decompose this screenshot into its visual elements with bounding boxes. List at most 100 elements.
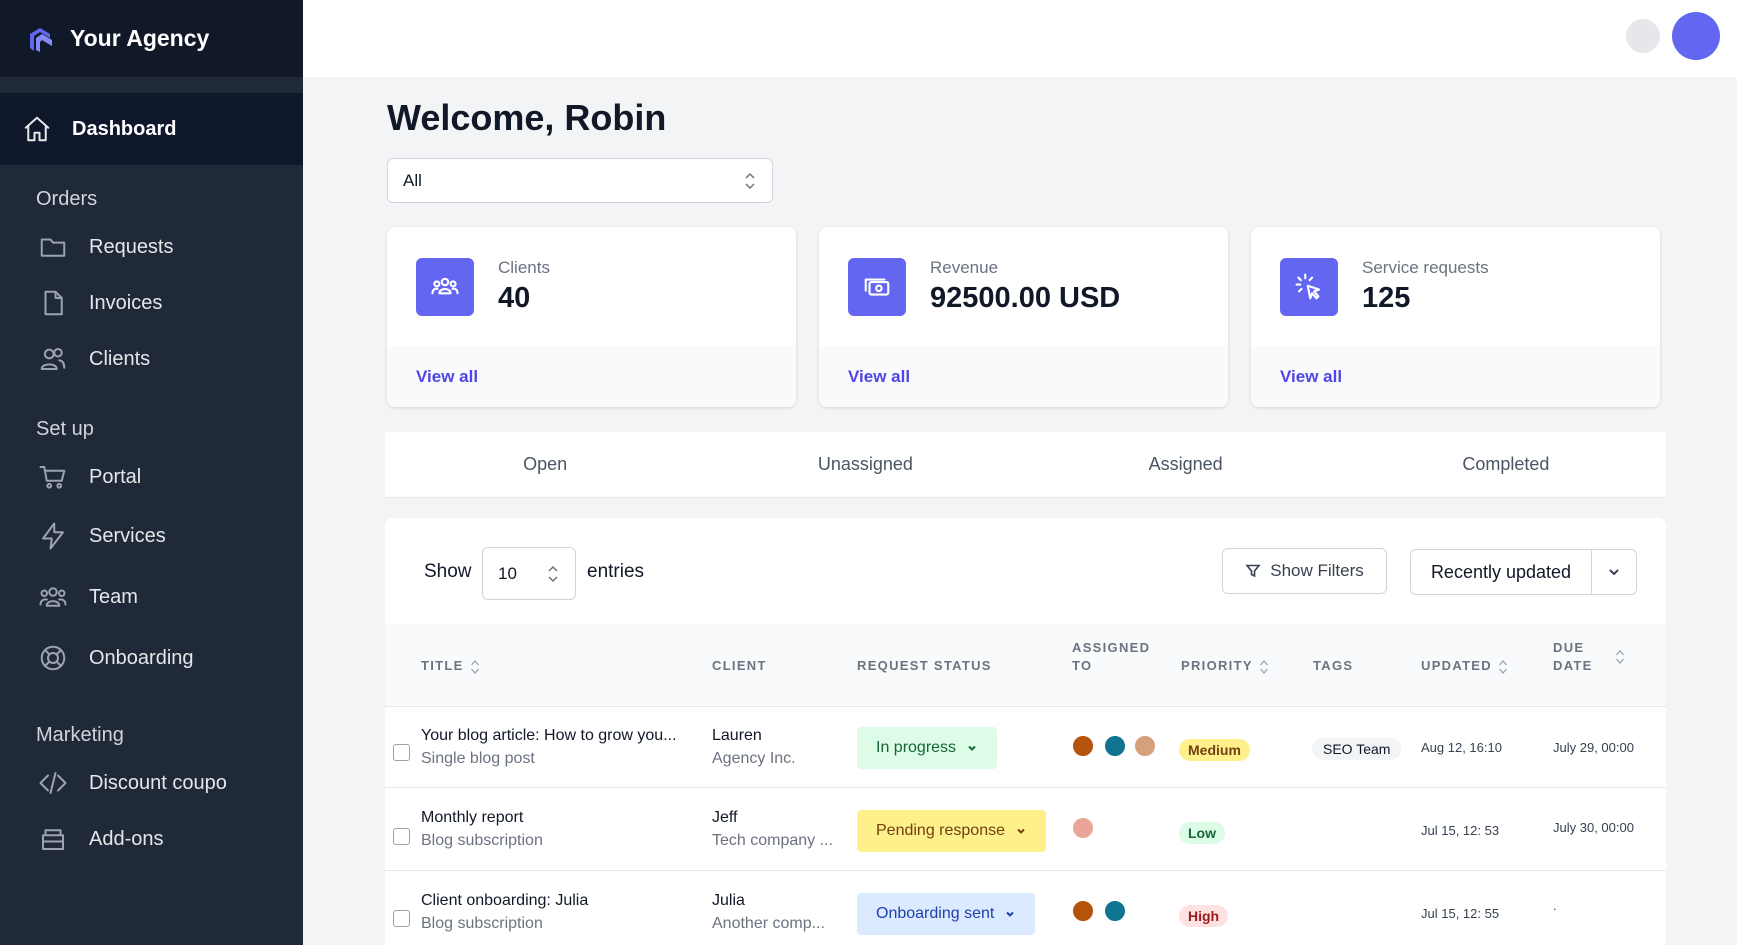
row-client-company: Agency Inc. [712,750,796,767]
status-dropdown[interactable]: In progress [857,727,998,769]
row-subtitle: Blog subscription [421,832,543,849]
row-due-date: July 30, 00:00 [1553,820,1634,835]
sidebar-item-dashboard[interactable]: Dashboard [0,93,303,165]
sidebar-item-team[interactable]: Team [0,567,303,627]
avatar[interactable] [1103,899,1127,923]
row-checkbox[interactable] [393,828,410,845]
stat-value: 125 [1362,282,1411,314]
requests-table-card: Show 10 entries Show Filters Recently up… [385,518,1666,945]
sidebar-item-invoices[interactable]: Invoices [0,275,303,331]
select-updown-icon [745,172,755,190]
column-due-date[interactable]: DUE DATE [1553,639,1624,675]
chevron-down-icon [1017,828,1025,834]
folder-icon [38,232,68,262]
avatar[interactable] [1133,734,1157,758]
row-title: Client onboarding: Julia [421,892,589,909]
column-updated[interactable]: UPDATED [1421,657,1508,676]
column-assigned-to: ASSIGNED TO [1072,639,1150,675]
entries-select-value: 10 [498,563,517,583]
status-label: In progress [876,739,957,756]
tab-open[interactable]: Open [385,432,705,497]
notification-indicator[interactable] [1626,19,1660,53]
column-label: DATE [1553,658,1593,673]
sidebar-section-marketing: Marketing [36,723,124,746]
table-row[interactable]: Monthly report Blog subscription Jeff Te… [385,789,1666,871]
status-label: Onboarding sent [876,905,995,922]
column-priority[interactable]: PRIORITY [1181,657,1269,676]
sidebar-item-label: Services [89,524,166,547]
sort-chevron-button[interactable] [1592,550,1636,594]
avatar[interactable] [1071,734,1095,758]
avatar[interactable] [1071,899,1095,923]
row-title: Your blog article: How to grow you... [421,727,677,744]
stat-card-revenue: Revenue 92500.00 USD View all [819,227,1228,407]
row-updated: Jul 15, 12: 55 [1421,906,1500,921]
sidebar-item-clients[interactable]: Clients [0,331,303,387]
sidebar-item-services[interactable]: Services [0,505,303,567]
filter-select[interactable]: All [387,158,773,203]
sidebar-item-portal[interactable]: Portal [0,449,303,505]
filter-icon [1245,564,1261,578]
column-request-status: REQUEST STATUS [857,658,992,673]
bolt-icon [38,521,68,551]
row-checkbox[interactable] [393,744,410,761]
row-due-date: . [1553,898,1557,913]
priority-badge: High [1179,905,1229,927]
sort-icon [1498,659,1507,674]
sidebar-item-label: Team [89,585,138,608]
row-subtitle: Blog subscription [421,915,543,932]
status-dropdown[interactable]: Onboarding sent [857,893,1036,935]
entries-label: entries [587,561,645,582]
row-checkbox[interactable] [393,910,410,927]
chevron-down-icon [1609,569,1619,576]
sidebar-item-addons[interactable]: Add-ons [0,811,303,867]
stat-card-clients: Clients 40 View all [387,227,796,407]
row-updated: Jul 15, 12: 53 [1421,823,1500,838]
chevron-down-icon [1006,911,1015,917]
entries-per-page-select[interactable]: 10 [482,547,576,600]
sidebar-item-discount-coupons[interactable]: Discount coupo [0,755,303,811]
show-label: Show [424,561,472,582]
sidebar-item-requests[interactable]: Requests [0,219,303,275]
row-client-company: Another comp... [712,915,825,932]
sidebar-item-onboarding[interactable]: Onboarding [0,627,303,689]
stat-value: 40 [498,282,531,314]
tab-unassigned[interactable]: Unassigned [705,432,1025,497]
row-updated: Aug 12, 16:10 [1421,740,1502,755]
sidebar-item-label: Clients [89,347,151,370]
tab-completed[interactable]: Completed [1346,432,1666,497]
lifebuoy-icon [38,643,68,673]
row-due-date: July 29, 00:00 [1553,740,1634,755]
user-avatar[interactable] [1672,12,1720,60]
column-title[interactable]: TITLE [421,657,480,676]
row-client-company: Tech company ... [712,832,833,849]
view-all-requests-link[interactable]: View all [1280,367,1342,387]
chevron-down-icon [968,745,976,751]
avatar[interactable] [1071,816,1095,840]
view-all-revenue-link[interactable]: View all [848,367,910,387]
table-row[interactable]: Client onboarding: Julia Blog subscripti… [385,872,1666,945]
column-label: TO [1072,658,1093,673]
status-dropdown[interactable]: Pending response [857,810,1046,852]
row-subtitle: Single blog post [421,750,535,767]
show-filters-button[interactable]: Show Filters [1222,548,1387,594]
row-client: Jeff [712,809,738,826]
sidebar-item-label: Onboarding [89,646,194,669]
stat-label: Service requests [1362,258,1489,277]
sidebar-section-orders: Orders [36,187,98,210]
column-tags: TAGS [1313,658,1354,673]
tag-badge: SEO Team [1312,738,1402,760]
view-all-clients-link[interactable]: View all [416,367,478,387]
priority-badge: Medium [1179,739,1250,761]
avatar[interactable] [1103,734,1127,758]
sort-button[interactable]: Recently updated [1411,550,1592,594]
brand[interactable]: Your Agency [0,0,303,77]
tab-assigned[interactable]: Assigned [1026,432,1346,497]
table-header: TITLE CLIENT REQUEST STATUS ASSIGNED TO … [385,624,1666,707]
column-label: UPDATED [1421,658,1492,673]
table-row[interactable]: Your blog article: How to grow you... Si… [385,708,1666,788]
filter-select-value: All [403,170,422,190]
archive-icon [38,824,68,854]
cursor-click-icon [1280,258,1338,316]
row-title: Monthly report [421,809,524,826]
